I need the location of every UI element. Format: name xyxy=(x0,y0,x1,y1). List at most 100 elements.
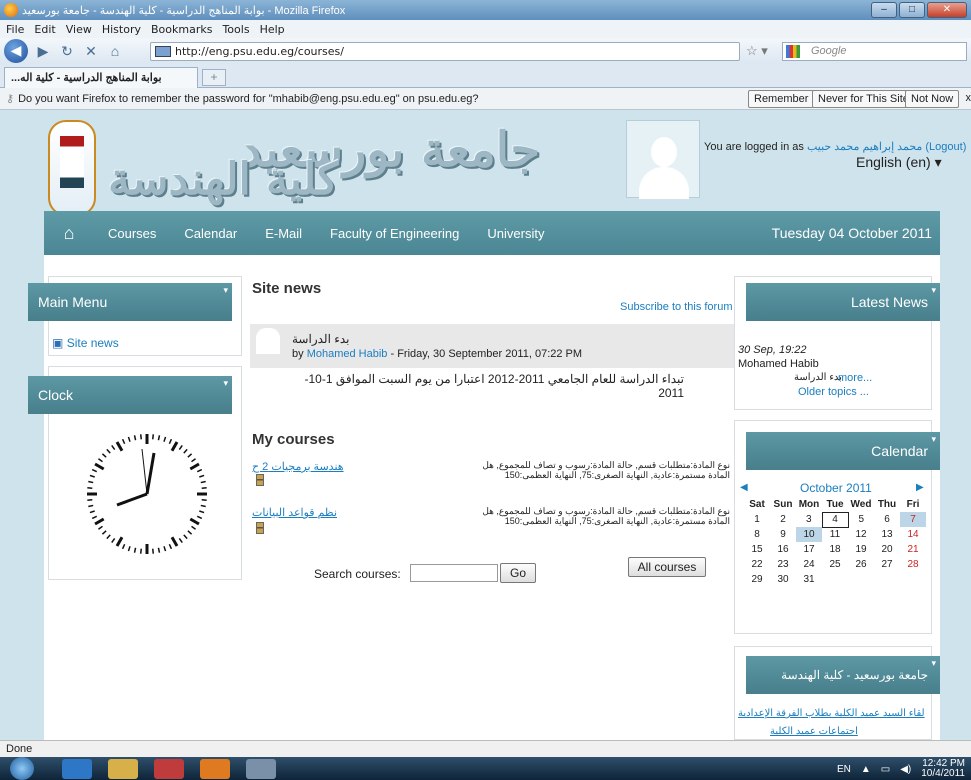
calendar-day[interactable]: 22 xyxy=(744,557,770,572)
tab-courses[interactable]: ...بوابة المناهج الدراسية - كلية اله xyxy=(4,67,198,88)
course-link[interactable]: نظم قواعد البيانات xyxy=(252,506,337,519)
calendar-day[interactable]: 4 xyxy=(821,511,849,528)
volume-icon[interactable]: ◀) xyxy=(900,764,911,775)
firefox-icon xyxy=(4,3,18,17)
calendar-day[interactable]: 31 xyxy=(796,572,822,587)
university-news-link[interactable]: لقاء السيد عميد الكلية بطلاب الفرقة الإع… xyxy=(738,708,925,719)
calendar-day[interactable]: 12 xyxy=(848,527,874,542)
not-now-button[interactable]: Not Now xyxy=(905,90,960,108)
calendar-day[interactable]: 28 xyxy=(900,557,926,572)
calendar-day[interactable]: 19 xyxy=(848,542,874,557)
calendar-day[interactable]: 24 xyxy=(796,557,822,572)
tray-arrow-icon[interactable]: ▲ xyxy=(861,764,871,775)
calendar-day[interactable]: 8 xyxy=(744,527,770,542)
course-link[interactable]: هندسة برمجيات 2 ح xyxy=(252,460,344,473)
calendar-day[interactable]: 9 xyxy=(770,527,796,542)
menu-history[interactable]: History xyxy=(102,23,141,36)
menu-file[interactable]: File xyxy=(6,23,24,36)
calendar-month[interactable]: October 2011 xyxy=(800,481,872,495)
all-courses-button[interactable]: All courses xyxy=(628,557,706,577)
calendar-day[interactable]: 23 xyxy=(770,557,796,572)
new-tab-button[interactable]: + xyxy=(202,69,226,86)
remember-button[interactable]: Remember xyxy=(748,90,815,108)
nav-university[interactable]: University xyxy=(473,226,558,241)
site-news-link[interactable]: Site news xyxy=(67,336,119,350)
calendar-day[interactable]: 17 xyxy=(796,542,822,557)
clock-tick xyxy=(139,548,142,554)
collapse-icon[interactable]: ▾ xyxy=(931,658,936,668)
calendar-day[interactable]: 7 xyxy=(900,512,926,527)
maximize-button[interactable]: □ xyxy=(899,2,925,18)
menu-bookmarks[interactable]: Bookmarks xyxy=(151,23,212,36)
stop-icon[interactable]: ✕ xyxy=(82,42,100,60)
older-topics-link[interactable]: Older topics ... xyxy=(798,386,869,398)
home-icon[interactable]: ⌂ xyxy=(106,42,124,60)
go-button[interactable]: Go xyxy=(500,563,536,583)
calendar-day[interactable]: 15 xyxy=(744,542,770,557)
calendar-day[interactable]: 13 xyxy=(874,527,900,542)
calendar-day[interactable]: 18 xyxy=(822,542,848,557)
collapse-icon[interactable]: ▾ xyxy=(931,434,936,444)
language-select[interactable]: English (en) ▾ xyxy=(856,154,942,171)
nav-courses[interactable]: Courses xyxy=(94,226,170,241)
calendar-day[interactable]: 14 xyxy=(900,527,926,542)
news-more-link[interactable]: more... xyxy=(838,372,872,384)
site-news-menu-item[interactable]: ▣ Site news xyxy=(52,336,119,350)
clock-tick xyxy=(152,548,155,554)
menu-help[interactable]: Help xyxy=(260,23,285,36)
collapse-icon[interactable]: ▾ xyxy=(931,285,936,295)
logout-link[interactable]: (Logout) xyxy=(925,141,966,153)
network-icon[interactable]: ▭ xyxy=(881,764,890,775)
calendar-day[interactable]: 21 xyxy=(900,542,926,557)
calendar-day[interactable]: 6 xyxy=(874,512,900,527)
calendar-day[interactable]: 16 xyxy=(770,542,796,557)
firefox-taskbar-icon[interactable] xyxy=(200,759,230,779)
calendar-day[interactable]: 26 xyxy=(848,557,874,572)
search-input[interactable]: Google xyxy=(782,42,967,61)
collapse-icon[interactable]: ▾ xyxy=(223,378,228,388)
close-notification-icon[interactable]: x xyxy=(966,92,971,104)
calendar-day[interactable]: 29 xyxy=(744,572,770,587)
start-button[interactable] xyxy=(10,757,34,780)
media-player-icon[interactable] xyxy=(154,759,184,779)
bookmark-star-icon[interactable]: ☆ ▾ xyxy=(746,43,768,59)
calendar-day[interactable]: 25 xyxy=(822,557,848,572)
post-author-link[interactable]: Mohamed Habib xyxy=(307,348,388,360)
calendar-day[interactable]: 27 xyxy=(874,557,900,572)
menu-tools[interactable]: Tools xyxy=(222,23,249,36)
never-button[interactable]: Never for This Site xyxy=(812,90,915,108)
prev-month-icon[interactable]: ◀ xyxy=(740,482,748,493)
reload-icon[interactable]: ↻ xyxy=(58,42,76,60)
calendar-day[interactable]: 5 xyxy=(848,512,874,527)
calendar-day[interactable]: 20 xyxy=(874,542,900,557)
back-icon[interactable]: ◀ xyxy=(4,39,28,63)
calendar-day[interactable]: 1 xyxy=(744,512,770,527)
university-logo xyxy=(48,120,96,216)
search-courses-input[interactable] xyxy=(410,564,498,582)
menu-edit[interactable]: Edit xyxy=(34,23,55,36)
minimize-button[interactable]: – xyxy=(871,2,897,18)
calendar-day[interactable]: 3 xyxy=(796,512,822,527)
menu-view[interactable]: View xyxy=(66,23,92,36)
language-indicator[interactable]: EN xyxy=(837,764,851,775)
collapse-icon[interactable]: ▾ xyxy=(223,285,228,295)
forward-icon[interactable]: ▶ xyxy=(34,42,52,60)
ie-icon[interactable] xyxy=(62,759,92,779)
calendar-day[interactable]: 10 xyxy=(796,527,822,542)
university-news-link[interactable]: اجتماعات عميد الكلية xyxy=(770,726,858,737)
calendar-day[interactable]: 2 xyxy=(770,512,796,527)
nav-calendar[interactable]: Calendar xyxy=(170,226,251,241)
subscribe-link[interactable]: Subscribe to this forum xyxy=(620,301,733,313)
calendar-day[interactable]: 30 xyxy=(770,572,796,587)
home-icon[interactable]: ⌂ xyxy=(44,223,94,244)
calendar-day[interactable]: 11 xyxy=(822,527,848,542)
clock-tray[interactable]: 12:42 PM 10/4/2011 xyxy=(921,759,965,779)
user-link[interactable]: محمد إبراهيم محمد حبيب xyxy=(807,141,922,153)
next-month-icon[interactable]: ▶ xyxy=(916,482,924,493)
close-button[interactable]: ✕ xyxy=(927,2,967,18)
nav-email[interactable]: E-Mail xyxy=(251,226,316,241)
explorer-icon[interactable] xyxy=(108,759,138,779)
paint-icon[interactable] xyxy=(246,759,276,779)
url-bar[interactable]: http://eng.psu.edu.eg/courses/ xyxy=(150,42,740,61)
nav-faculty[interactable]: Faculty of Engineering xyxy=(316,226,473,241)
